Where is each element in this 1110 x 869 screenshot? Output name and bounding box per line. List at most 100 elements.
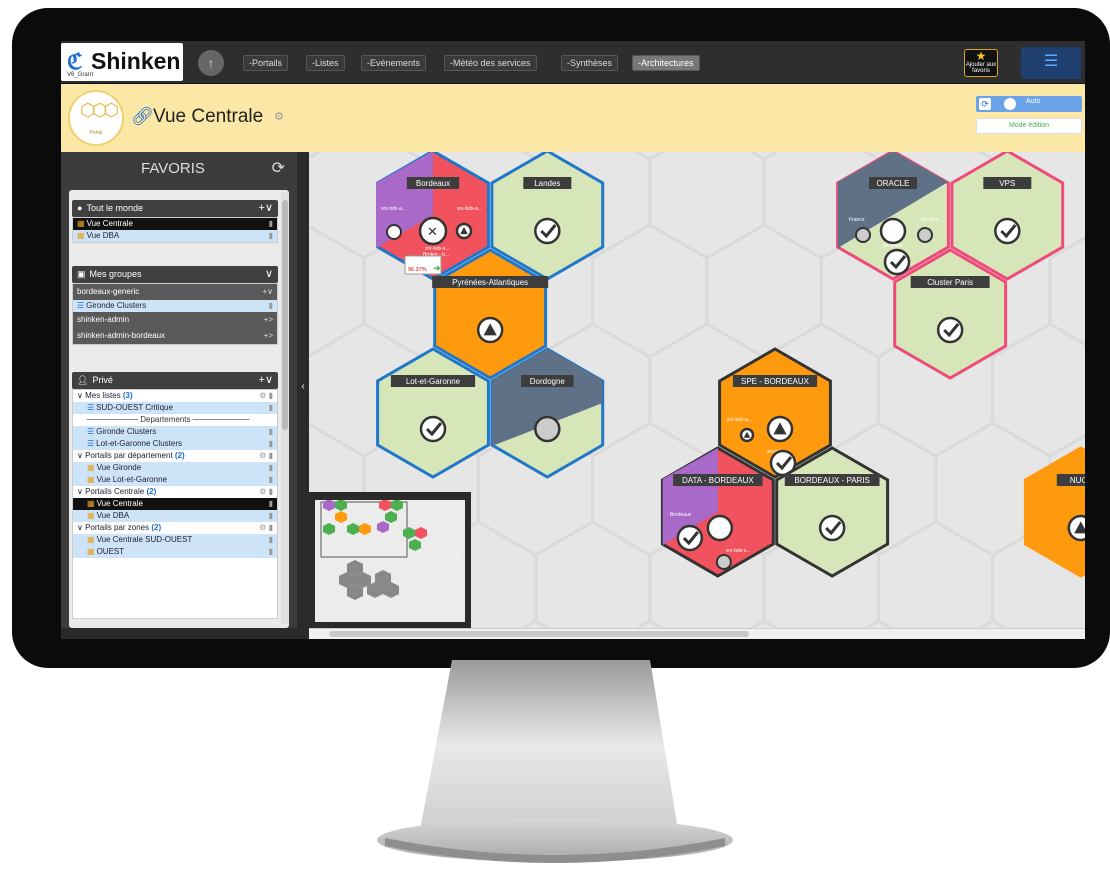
oracle-pause-icon[interactable]: [879, 217, 907, 245]
list-item[interactable]: shinken-admin-bordeaux +>: [73, 328, 277, 344]
refresh-icon[interactable]: ⟳: [979, 98, 991, 110]
scrollbar-thumb[interactable]: [282, 200, 288, 430]
trash-icon[interactable]: ▮: [269, 510, 273, 522]
shinken-logo[interactable]: ℭ Shinken V6_Grarrr: [61, 43, 183, 81]
trash-icon[interactable]: ▮: [269, 546, 273, 558]
nav-evenements[interactable]: -Evénements: [361, 55, 427, 71]
add-collapse-icon[interactable]: +∨: [259, 200, 273, 217]
oracle-small-icon-2[interactable]: [917, 227, 933, 243]
up-arrow-icon[interactable]: ↑: [198, 50, 224, 76]
nav-listes[interactable]: -Listes: [306, 55, 345, 71]
group-header-private[interactable]: 👤︎ Privé +∨: [72, 372, 278, 389]
data-bordeaux-tools-icon[interactable]: [706, 514, 734, 542]
gear-trash-icon[interactable]: ⚙ ▮: [259, 522, 273, 534]
list-item-label: Vue Centrale SUD-OUEST: [96, 535, 193, 544]
folder-label: Portails par zones: [85, 523, 150, 532]
bordeaux-srv-a2: srv-bdx-a...: [457, 206, 482, 212]
dordogne-pause-icon[interactable]: [534, 415, 561, 443]
list-item[interactable]: ☰ SUD-OUEST Critique ▮: [73, 402, 277, 414]
nav-portails[interactable]: -Portails: [243, 55, 289, 71]
gear-icon[interactable]: ⚙: [274, 110, 284, 123]
dordogne-label: Dordogne: [530, 377, 566, 386]
list-item-label: Gironde Clusters: [86, 301, 147, 310]
nav-architectures[interactable]: -Architectures: [632, 55, 700, 71]
nav-syntheses[interactable]: -Synthèses: [561, 55, 619, 71]
oracle-small-icon[interactable]: [855, 227, 871, 243]
spe-srv-a: srv-bdx-a...: [727, 417, 752, 423]
trash-icon[interactable]: ▮: [269, 534, 273, 546]
add-expand-icon[interactable]: +>: [264, 312, 273, 328]
minimap-canvas[interactable]: [315, 499, 465, 622]
data-bordeaux-small-ok-icon[interactable]: [676, 524, 704, 552]
trash-icon[interactable]: ▮: [269, 438, 273, 450]
list-item[interactable]: ▦ Vue Gironde ▮: [73, 462, 277, 474]
refresh-icon[interactable]: ⟳: [272, 158, 285, 178]
trash-icon[interactable]: ▮: [269, 218, 273, 230]
trash-icon[interactable]: ▮: [269, 426, 273, 438]
list-item[interactable]: ▦ Vue Centrale SUD-OUEST ▮: [73, 534, 277, 546]
list-item-label: Vue DBA: [96, 511, 130, 520]
trash-icon[interactable]: ▮: [269, 498, 273, 510]
add-expand-icon[interactable]: +>: [264, 328, 273, 344]
nav-meteo[interactable]: -Météo des services: [444, 55, 537, 71]
add-favorite-button[interactable]: ★ Ajouter aux favoris: [964, 49, 998, 77]
group-title: Tout le monde: [86, 203, 143, 213]
hexagons-icon: ⬡⬡⬡: [80, 100, 119, 120]
settings-sliders-icon[interactable]: ☰: [1021, 47, 1081, 79]
edit-mode-button[interactable]: Mode édition: [976, 118, 1082, 134]
sidebar-scrollbar[interactable]: [281, 192, 289, 624]
sidebar-collapse-icon[interactable]: ‹: [297, 381, 309, 395]
chevron-down-icon[interactable]: ∨: [265, 266, 273, 283]
folder-my-lists[interactable]: ∨ Mes listes (3) ⚙ ▮: [73, 390, 277, 402]
list-item[interactable]: ▦ Vue Lot-et-Garonne ▮: [73, 474, 277, 486]
list-item[interactable]: bordeaux-generic +∨: [73, 284, 277, 300]
list-item[interactable]: ▦ Vue DBA ▮: [73, 230, 277, 242]
cluster-paris-ok-icon[interactable]: [936, 316, 964, 344]
folder-zones[interactable]: ∨ Portails par zones (2) ⚙ ▮: [73, 522, 277, 534]
list-item[interactable]: ▦ Vue Centrale ▮: [73, 218, 277, 230]
map-horizontal-scrollbar[interactable]: [309, 628, 1085, 639]
trash-icon[interactable]: ▮: [269, 462, 273, 474]
data-bordeaux-small-tools-icon[interactable]: [715, 554, 732, 570]
bordeaux-small-tools-icon[interactable]: [386, 224, 402, 240]
gear-trash-icon[interactable]: ⚙ ▮: [259, 486, 273, 498]
vps-ok-icon[interactable]: [994, 217, 1021, 245]
auto-refresh-control[interactable]: ⟳ Auto: [976, 96, 1082, 112]
trash-icon[interactable]: ▮: [269, 402, 273, 414]
scrollbar-thumb[interactable]: [329, 631, 749, 637]
oracle-small-ok-icon[interactable]: [883, 248, 911, 276]
landes-ok-icon[interactable]: [534, 217, 561, 245]
portal-icon: ▦: [87, 499, 95, 508]
add-collapse-icon[interactable]: +∨: [259, 372, 273, 389]
group-header-everyone[interactable]: ● Tout le monde +∨: [72, 200, 278, 217]
oracle-france: France: [849, 217, 865, 223]
folder-by-department[interactable]: ∨ Portails par département (2) ⚙ ▮: [73, 450, 277, 462]
list-item[interactable]: shinken-admin +>: [73, 312, 277, 328]
gear-trash-icon[interactable]: ⚙ ▮: [259, 390, 273, 402]
group-header-mygroups[interactable]: ▣ Mes groupes ∨: [72, 266, 278, 283]
list-item[interactable]: ▦ Vue DBA ▮: [73, 510, 277, 522]
list-item[interactable]: ☰ Gironde Clusters ▮: [73, 426, 277, 438]
minimap-collapse-icon[interactable]: ‹: [455, 552, 465, 568]
list-item[interactable]: ☰ Gironde Clusters ▮: [73, 300, 277, 312]
minimap[interactable]: [309, 492, 471, 628]
folder-label: Portails par département: [85, 451, 173, 460]
architecture-map[interactable]: Bordeaux ✕ srv-bdx-a... srv-bdx-a... srv-bdx…: [309, 152, 1085, 628]
list-item[interactable]: ☰ Lot-et-Garonne Clusters ▮: [73, 438, 277, 450]
list-item-label: OUEST: [96, 547, 125, 556]
add-collapse-icon[interactable]: +∨: [262, 284, 273, 300]
list-item[interactable]: ▦ Vue Centrale ▮: [73, 498, 277, 510]
portal-logo: ⬡⬡⬡ Portal: [68, 90, 124, 146]
trash-icon[interactable]: ▮: [269, 300, 273, 312]
auto-toggle[interactable]: [1004, 98, 1016, 110]
list-item[interactable]: ▦ OUEST ▮: [73, 546, 277, 558]
oracle-srv-paris: srv-paris-...: [883, 243, 908, 249]
trash-icon[interactable]: ▮: [269, 474, 273, 486]
bordeaux-paris-ok-icon[interactable]: [818, 514, 846, 542]
gear-trash-icon[interactable]: ⚙ ▮: [259, 450, 273, 462]
folder-central[interactable]: ∨ Portails Centrale (2) ⚙ ▮: [73, 486, 277, 498]
trash-icon[interactable]: ▮: [269, 230, 273, 242]
lotgaronne-ok-icon[interactable]: [419, 415, 447, 443]
list-item-label: Lot-et-Garonne Clusters: [96, 439, 182, 448]
user-icon: 👤︎: [77, 375, 89, 385]
